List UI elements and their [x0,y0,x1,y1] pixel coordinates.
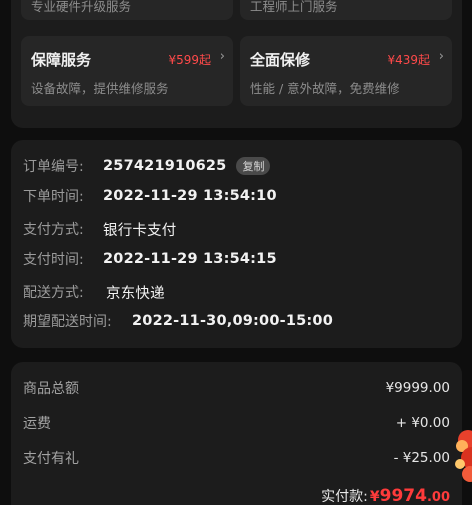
expected-delivery-value: 2022-11-30,09:00-15:00 [132,313,333,329]
goods-total-value: ¥9999.00 [385,380,450,396]
expected-delivery-label: 期望配送时间: [23,314,112,330]
warranty-service-title: 保障服务 [31,51,92,69]
goods-total-label: 商品总额 [23,381,79,397]
pay-time-row: 支付时间: 2022-11-29 13:54:15 [23,249,277,269]
pay-method-label: 支付方式: [23,222,84,238]
paid-total: 实付款: ¥ 9974 .00 [321,486,450,505]
full-repair-title: 全面保修 [250,51,311,69]
payment-gift-label: 支付有礼 [23,451,79,467]
payment-gift-value: - ¥25.00 [393,450,450,466]
expected-delivery-row: 期望配送时间: 2022-11-30,09:00-15:00 [23,311,333,331]
chevron-right-icon: › [438,49,444,64]
pay-time-value: 2022-11-29 13:54:15 [103,251,277,267]
shipping-label: 运费 [23,416,51,432]
goods-total-row: 商品总额 ¥9999.00 [23,378,450,398]
order-time-row: 下单时间: 2022-11-29 13:54:10 [23,186,277,206]
services-card: 专业硬件升级服务 工程师上门服务 保障服务 ¥599起 › 设备故障，提供维修服… [11,0,462,128]
copy-button[interactable]: 复制 [236,157,271,175]
warranty-service-subtitle: 设备故障，提供维修服务 [31,81,169,96]
paid-total-currency: ¥ [369,489,380,505]
full-repair-price: ¥439起 [387,53,430,67]
floating-gift-icon[interactable] [446,424,472,484]
payment-gift-row: 支付有礼 - ¥25.00 [23,448,450,468]
paid-total-amount: 9974 [379,486,427,505]
order-time-label: 下单时间: [23,189,84,205]
pay-method-row: 支付方式: 银行卡支付 [23,219,177,239]
hardware-upgrade-tile[interactable]: 专业硬件升级服务 [21,0,233,20]
paid-total-label: 实付款: [321,489,368,505]
order-number-value: 257421910625 [103,158,227,174]
full-repair-tile[interactable]: 全面保修 ¥439起 › 性能 / 意外故障，免费维修 [240,36,452,106]
order-time-value: 2022-11-29 13:54:10 [103,188,277,204]
chevron-right-icon: › [219,49,225,64]
warranty-service-price: ¥599起 [168,53,211,67]
full-repair-subtitle: 性能 / 意外故障，免费维修 [250,81,400,96]
warranty-service-tile[interactable]: 保障服务 ¥599起 › 设备故障，提供维修服务 [21,36,233,106]
delivery-value: 京东快递 [106,285,165,302]
order-number-label: 订单编号: [23,159,84,175]
order-number-row: 订单编号: 257421910625 复制 [23,156,271,176]
hardware-upgrade-subtitle: 专业硬件升级服务 [31,0,132,14]
onsite-service-tile[interactable]: 工程师上门服务 [240,0,452,20]
shipping-value: + ¥0.00 [395,415,450,431]
pay-method-value: 银行卡支付 [103,222,177,239]
delivery-row: 配送方式: 京东快递 [23,282,165,302]
paid-total-decimal: .00 [426,490,450,505]
order-info-card: 订单编号: 257421910625 复制 下单时间: 2022-11-29 1… [11,140,462,348]
shipping-row: 运费 + ¥0.00 [23,413,450,433]
onsite-service-subtitle: 工程师上门服务 [250,0,338,14]
pay-time-label: 支付时间: [23,252,84,268]
payment-summary-card: 商品总额 ¥9999.00 运费 + ¥0.00 支付有礼 - ¥25.00 实… [11,362,462,505]
delivery-label: 配送方式: [23,285,84,301]
